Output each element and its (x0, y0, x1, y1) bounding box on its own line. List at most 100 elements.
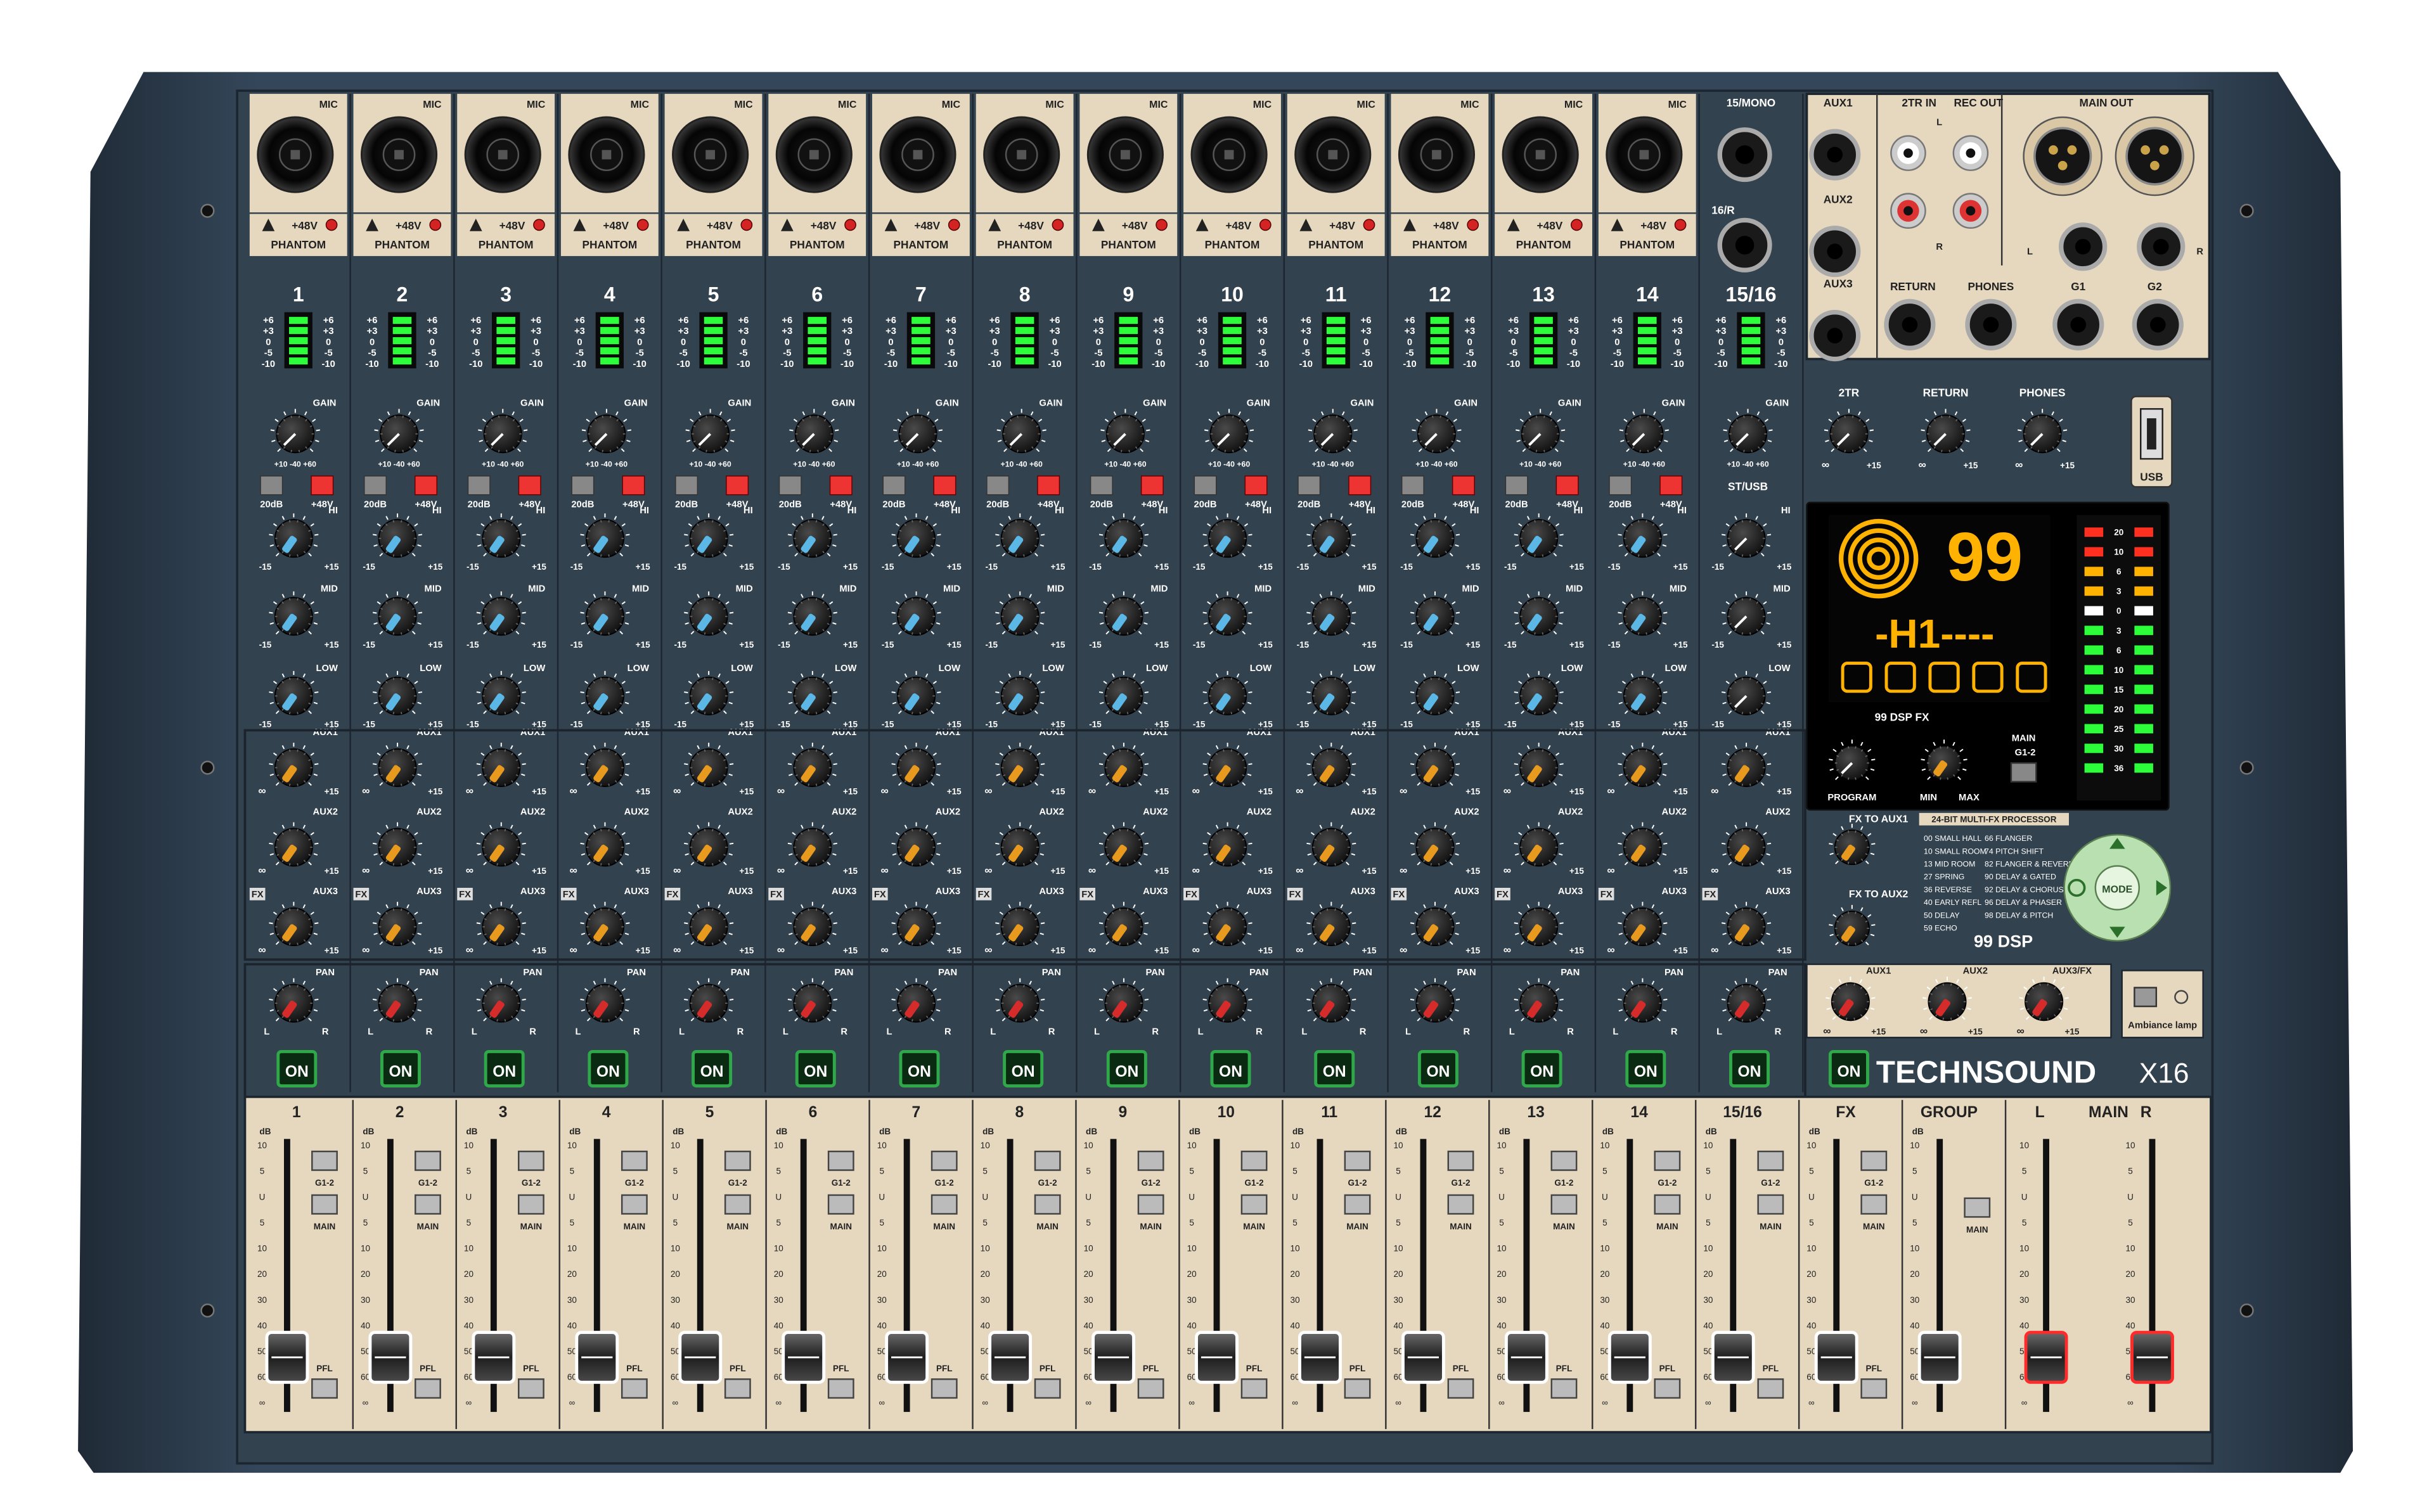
phantom-switch[interactable] (1659, 475, 1683, 496)
mic-label: MIC (1045, 99, 1064, 110)
pfl-button[interactable] (415, 1378, 441, 1399)
aux-max: +15 (1050, 786, 1065, 796)
main-assign-button[interactable] (1034, 1194, 1061, 1215)
phantom-switch[interactable] (622, 475, 645, 496)
knob-tick (1663, 534, 1668, 536)
meter-led (808, 357, 827, 365)
g12-button[interactable] (621, 1150, 648, 1171)
phantom-switch[interactable] (829, 475, 853, 496)
main-assign-button[interactable] (724, 1194, 751, 1215)
gain-scale: +10 -40 +60 (1001, 459, 1043, 468)
pad-switch[interactable] (675, 475, 699, 496)
ambiance-switch[interactable] (2134, 987, 2158, 1008)
fader-scale-label: 40 (877, 1321, 887, 1330)
meter-scale-label: -5 (1094, 349, 1102, 359)
pad-switch[interactable] (1401, 475, 1424, 496)
main-assign-button[interactable] (517, 1194, 544, 1215)
pad-switch[interactable] (364, 475, 387, 496)
phantom-switch[interactable] (415, 475, 437, 496)
fader-scale-label: 40 (1084, 1321, 1093, 1330)
pan-label: PAN (523, 968, 542, 978)
pfl-button[interactable] (1344, 1378, 1371, 1399)
pfl-button[interactable] (517, 1378, 544, 1399)
phantom-switch[interactable] (518, 475, 541, 496)
main-assign-button[interactable] (1137, 1194, 1164, 1215)
aux-max: +15 (1465, 786, 1480, 796)
aux-max: +15 (532, 866, 546, 876)
main-assign-button[interactable] (415, 1194, 441, 1215)
g12-button[interactable] (311, 1150, 338, 1171)
phantom-switch[interactable] (1140, 475, 1164, 496)
aux-label: AUX2 (1662, 807, 1687, 817)
pfl-button[interactable] (621, 1378, 648, 1399)
g12-button[interactable] (827, 1150, 854, 1171)
pfl-button[interactable] (1240, 1378, 1268, 1399)
pad-switch[interactable] (986, 475, 1010, 496)
pfl-label: PFL (1246, 1364, 1263, 1373)
pfl-button[interactable] (827, 1378, 854, 1399)
aux-min: ∞ (258, 943, 266, 956)
pad-switch[interactable] (260, 475, 283, 496)
pad-switch[interactable] (571, 475, 595, 496)
g12-button[interactable] (415, 1150, 441, 1171)
pfl-button[interactable] (724, 1378, 751, 1399)
fx-tag-label: FX (1497, 890, 1509, 900)
knob-tick (1514, 691, 1519, 694)
phantom-switch[interactable] (1555, 475, 1579, 496)
g12-button[interactable] (930, 1150, 958, 1171)
g12-button[interactable] (724, 1150, 751, 1171)
phantom-switch[interactable] (1244, 475, 1268, 496)
aux-label: AUX3 (1247, 887, 1272, 897)
knob-tick (1619, 429, 1624, 432)
eq-min: -15 (570, 719, 583, 729)
phantom-switch[interactable] (933, 475, 956, 496)
aux-min: ∞ (1711, 784, 1718, 797)
meter-led (289, 317, 308, 324)
knob-grip (297, 712, 299, 715)
pad-switch[interactable] (1297, 475, 1321, 496)
knob-tick (1829, 843, 1833, 845)
main-assign-button[interactable] (930, 1194, 958, 1215)
pfl-button[interactable] (311, 1378, 338, 1399)
g12-button[interactable] (1137, 1150, 1164, 1171)
xlr-out-jack[interactable] (2125, 127, 2184, 186)
aux-max: +15 (947, 786, 962, 796)
pad-switch[interactable] (1090, 475, 1113, 496)
main-assign-button[interactable] (621, 1194, 648, 1215)
pfl-button[interactable] (1137, 1378, 1164, 1399)
knob-tick (1618, 842, 1622, 845)
pad-switch[interactable] (778, 475, 802, 496)
phantom-switch[interactable] (1037, 475, 1060, 496)
g12-button[interactable] (1240, 1150, 1268, 1171)
meter-scale-label: +6 (1612, 316, 1623, 326)
meter-led (911, 347, 930, 355)
pad-switch[interactable] (1505, 475, 1528, 496)
main-assign-button[interactable] (1240, 1194, 1268, 1215)
dsp-assign-switch[interactable] (2010, 762, 2037, 783)
g12-button[interactable] (1344, 1150, 1371, 1171)
main-assign-button[interactable] (311, 1194, 338, 1215)
pfl-button[interactable] (1034, 1378, 1061, 1399)
knob-min: ∞ (1918, 458, 1926, 471)
pad-switch[interactable] (1194, 475, 1217, 496)
g12-button[interactable] (1034, 1150, 1061, 1171)
main-assign-button[interactable] (827, 1194, 854, 1215)
phantom-switch[interactable] (311, 475, 334, 496)
phantom-switch[interactable] (1452, 475, 1475, 496)
knob-tick (1663, 999, 1668, 1001)
pfl-button[interactable] (930, 1378, 958, 1399)
pad-switch[interactable] (882, 475, 906, 496)
pad-switch[interactable] (467, 475, 491, 496)
eq-min: -15 (778, 640, 790, 650)
knob-grip (1326, 554, 1329, 557)
g12-button[interactable] (517, 1150, 544, 1171)
xlr-out-jack[interactable] (2033, 127, 2092, 186)
phantom-switch[interactable] (1348, 475, 1372, 496)
phantom-switch[interactable] (726, 475, 749, 496)
pad-switch[interactable] (1609, 475, 1632, 496)
fader-scale-label: 10 (877, 1141, 887, 1150)
knob-grip (809, 415, 811, 418)
main-assign-button[interactable] (1344, 1194, 1371, 1215)
pad-label: 20dB (468, 499, 491, 509)
knob-tick (2063, 429, 2068, 432)
